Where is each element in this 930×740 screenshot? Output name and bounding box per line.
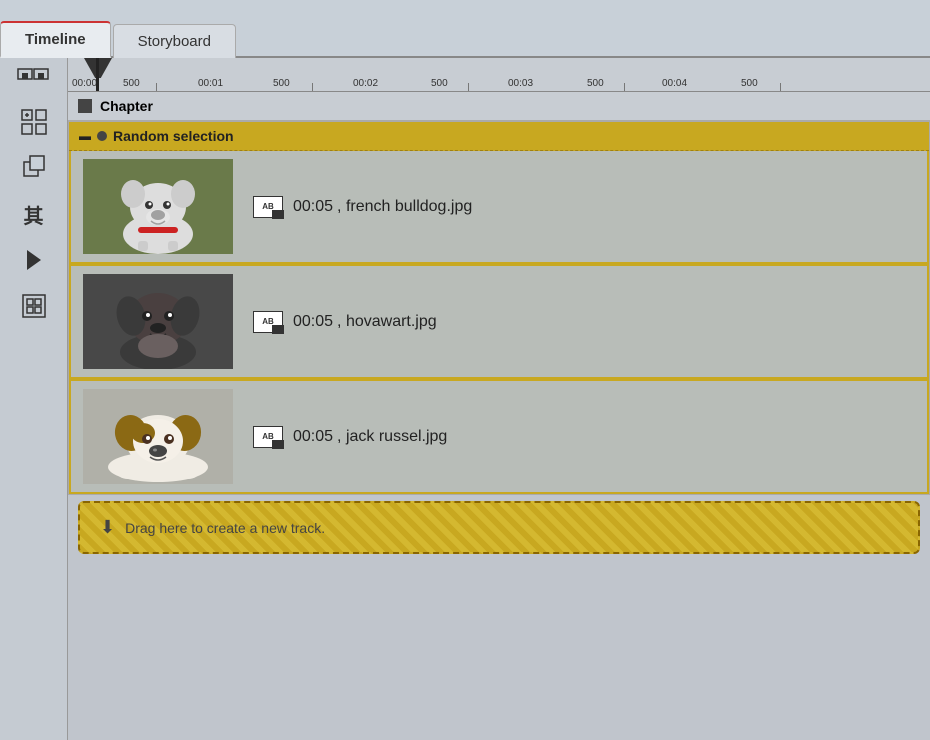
track-filename-2: jack russel.jpg: [346, 428, 447, 446]
track-info-1: AB 00:05, hovawart.jpg: [253, 311, 437, 333]
collapse-arrow-icon: ▬: [79, 129, 91, 143]
track-group-header[interactable]: ▬ Random selection: [69, 122, 929, 151]
tab-storyboard[interactable]: Storyboard: [113, 24, 236, 58]
track-filename-1: hovawart.jpg: [346, 313, 437, 331]
copy-icon[interactable]: [12, 146, 56, 190]
cursor-tool[interactable]: [12, 62, 56, 98]
track-thumbnail-1: [83, 274, 233, 369]
drop-zone[interactable]: ⬇ Drag here to create a new track.: [78, 501, 920, 554]
track-thumbnail-0: [83, 159, 233, 254]
ruler-tick-5: [780, 83, 781, 91]
track-info-2: AB 00:05, jack russel.jpg: [253, 426, 447, 448]
ruler-500-4: 500: [587, 78, 604, 89]
ruler-500-3: 500: [431, 78, 448, 89]
track-duration-2: 00:05: [293, 428, 333, 446]
ruler-mark-4: 00:04: [662, 78, 687, 89]
track-duration-1: 00:05: [293, 313, 333, 331]
ruler-mark-0: 00:00: [72, 78, 97, 89]
timeline-ruler: 00:00 500 00:01 500 00:02 500 00:03 500 …: [68, 58, 930, 92]
ruler-tick-4: [624, 83, 625, 91]
tab-timeline-label: Timeline: [25, 31, 86, 48]
ruler-500-1: 500: [123, 78, 140, 89]
drop-arrow-icon: ⬇: [100, 517, 115, 538]
ruler-mark-2: 00:02: [353, 78, 378, 89]
track-info-0: AB 00:05, french bulldog.jpg: [253, 196, 472, 218]
ruler-tick-3: [468, 83, 469, 91]
ab-text-0: AB: [262, 202, 274, 211]
ab-text-2: AB: [262, 432, 274, 441]
track-filename-0: french bulldog.jpg: [346, 198, 472, 216]
chapter-marker-icon: [78, 99, 92, 113]
left-toolbar: 其: [0, 58, 68, 740]
ab-text-1: AB: [262, 317, 274, 326]
track-duration-0: 00:05: [293, 198, 333, 216]
playhead: [96, 58, 99, 91]
sequence-area[interactable]: Chapter ▬ Random selection: [68, 92, 930, 740]
track-sep-1: ,: [337, 313, 346, 331]
drop-zone-label: Drag here to create a new track.: [125, 520, 325, 536]
track-item-0[interactable]: AB 00:05, french bulldog.jpg: [69, 151, 929, 264]
track-item-2[interactable]: AB 00:05, jack russel.jpg: [69, 379, 929, 494]
content-area: 00:00 500 00:01 500 00:02 500 00:03 500 …: [68, 58, 930, 740]
main-area: 其 00:00 500 00:01 5: [0, 58, 930, 740]
layout-icon[interactable]: [12, 284, 56, 328]
ab-icon-1: AB: [253, 311, 283, 333]
ruler-500-5: 500: [741, 78, 758, 89]
ruler-mark-1: 00:01: [198, 78, 223, 89]
tab-bar: Timeline Storyboard: [0, 0, 930, 58]
track-item-1[interactable]: AB 00:05, hovawart.jpg: [69, 264, 929, 379]
ruler-mark-3: 00:03: [508, 78, 533, 89]
track-sep-0: ,: [337, 198, 346, 216]
track-sep-2: ,: [337, 428, 346, 446]
ruler-500-2: 500: [273, 78, 290, 89]
add-track-icon[interactable]: [12, 100, 56, 144]
translate-symbol: 其: [24, 200, 44, 229]
play-icon[interactable]: [12, 238, 56, 282]
chapter-label: Chapter: [100, 98, 153, 114]
tab-storyboard-label: Storyboard: [138, 33, 211, 50]
track-group-dot: [97, 131, 107, 141]
ab-icon-2: AB: [253, 426, 283, 448]
track-thumbnail-2: [83, 389, 233, 484]
translate-icon[interactable]: 其: [12, 192, 56, 236]
ruler-tick-1: [156, 83, 157, 91]
ruler-tick-2: [312, 83, 313, 91]
track-group-label: Random selection: [113, 128, 234, 144]
track-group: ▬ Random selection: [68, 121, 930, 495]
chapter-header: Chapter: [68, 92, 930, 121]
ab-icon-0: AB: [253, 196, 283, 218]
tab-timeline[interactable]: Timeline: [0, 21, 111, 58]
